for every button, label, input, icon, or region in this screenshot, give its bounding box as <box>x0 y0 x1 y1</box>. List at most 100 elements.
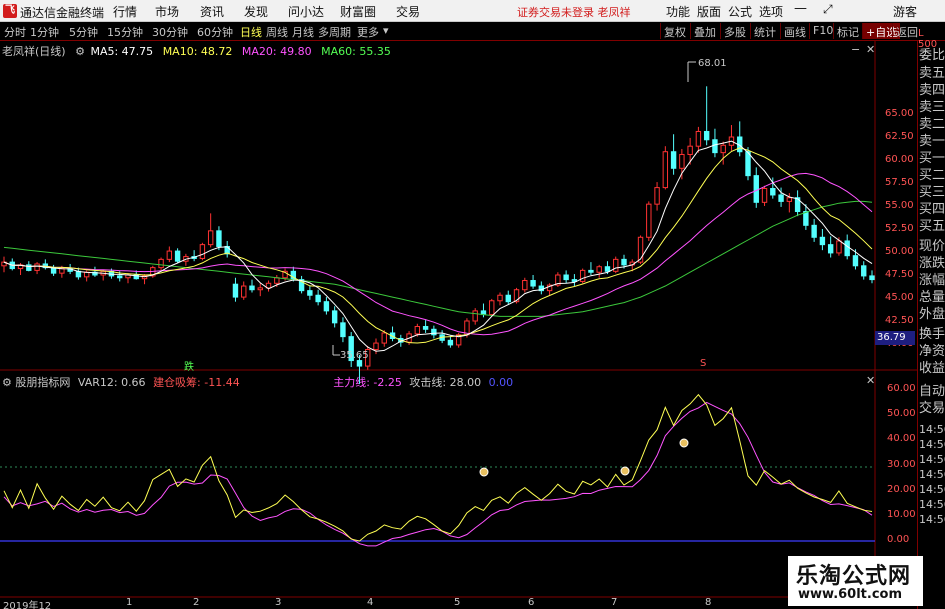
side-label[interactable]: 净资 <box>919 344 945 360</box>
candle-body <box>356 360 363 367</box>
candle-body <box>373 342 379 351</box>
candle-body <box>331 310 338 324</box>
candle-body <box>174 250 181 262</box>
ma-lines <box>3 140 873 352</box>
price-axis-label: 47.50 <box>885 269 914 280</box>
minimize-chart-icon[interactable]: − <box>851 43 860 56</box>
candle-body <box>654 187 660 205</box>
candle-body <box>249 285 255 291</box>
candle-body <box>588 269 594 273</box>
candle-body <box>679 153 685 169</box>
tick-time: 14:56 <box>919 438 945 451</box>
indicator-axis-label: 20.00 <box>887 484 916 495</box>
candle-body <box>613 258 619 272</box>
candle-body <box>770 188 776 196</box>
side-label[interactable]: 涨跌 <box>919 256 945 272</box>
side-label[interactable]: 卖四 <box>919 83 945 99</box>
candle-series <box>1 86 875 385</box>
candle-body <box>761 188 768 203</box>
side-label[interactable]: 换手 <box>919 327 945 343</box>
indicator-axis-label: 0.00 <box>887 534 910 545</box>
candle-body <box>687 145 693 155</box>
candle-body <box>315 294 321 303</box>
coin-marker-icon <box>679 438 689 448</box>
candle-body <box>381 332 387 344</box>
date-axis-label: 2019年12 <box>3 601 52 609</box>
candle-body <box>712 139 718 154</box>
side-label[interactable]: 卖五 <box>919 66 945 82</box>
candle-body <box>216 230 222 247</box>
date-axis-label: 6 <box>528 597 535 608</box>
indicator-axis-label: 50.00 <box>887 408 916 419</box>
sell-signal-mark: S <box>700 358 707 369</box>
watermark-url: www.60lt.com <box>798 587 903 602</box>
candle-body <box>497 294 503 302</box>
candle-body <box>414 326 421 335</box>
price-axis-label: 60.00 <box>885 154 914 165</box>
candle-body <box>827 244 834 254</box>
side-label[interactable]: 买三 <box>919 185 945 201</box>
side-label[interactable]: 买四 <box>919 202 945 218</box>
side-label[interactable]: 总量 <box>919 290 945 306</box>
candle-body <box>811 224 817 238</box>
side-label[interactable]: 现价 <box>919 239 945 255</box>
candle-body <box>621 258 627 266</box>
price-axis-label: 45.00 <box>885 292 914 303</box>
candle-body <box>505 294 511 303</box>
side-label[interactable]: 卖二 <box>919 117 945 133</box>
indicator-axis-label: 60.00 <box>887 383 916 394</box>
candle-body <box>720 144 726 154</box>
candle-body <box>323 301 330 312</box>
side-label[interactable]: 买一 <box>919 151 945 167</box>
side-sub-label[interactable]: 交易 <box>919 401 945 417</box>
tick-time: 14:56 <box>919 468 945 481</box>
candle-body <box>34 263 40 271</box>
candle-body <box>670 151 677 169</box>
side-label[interactable]: 收益 <box>919 361 945 377</box>
quote-side-panel: L 500 委比 卖五 卖四 卖三 卖二 卖一 买一 买二 买三 买四 买五 现… <box>917 28 945 609</box>
candle-body <box>117 275 123 279</box>
side-label[interactable]: 委比 <box>919 48 945 64</box>
candle-body <box>869 275 875 281</box>
candle-body <box>522 280 528 291</box>
price-axis-label: 50.00 <box>885 246 914 257</box>
indicator-axis-label: 10.00 <box>887 509 916 520</box>
side-label[interactable]: 外盘 <box>919 307 945 323</box>
candle-body <box>695 130 702 147</box>
date-axis-label: 2 <box>193 597 200 608</box>
side-label[interactable]: 卖三 <box>919 100 945 116</box>
ma20-line <box>3 172 873 336</box>
price-axis-label: 55.00 <box>885 200 914 211</box>
candle-body <box>59 268 65 274</box>
candle-body <box>26 264 32 271</box>
side-label[interactable]: 卖一 <box>919 134 945 150</box>
side-label[interactable]: 买二 <box>919 168 945 184</box>
date-axis-label: 7 <box>611 597 618 608</box>
ma60-line <box>3 200 873 317</box>
candle-body <box>819 236 826 246</box>
candle-body <box>257 287 263 291</box>
price-axis-label: 42.50 <box>885 315 914 326</box>
price-chart[interactable] <box>0 0 945 609</box>
date-axis-label: 3 <box>275 597 282 608</box>
candle-body <box>241 285 247 298</box>
side-sub-label[interactable]: 自动 <box>919 384 945 400</box>
candle-body <box>753 175 759 203</box>
chart-annotations <box>332 61 696 356</box>
side-label[interactable]: 涨幅 <box>919 273 945 289</box>
candle-body <box>489 300 495 316</box>
side-label[interactable]: 买五 <box>919 219 945 235</box>
candle-body <box>604 266 611 272</box>
candle-body <box>579 269 586 282</box>
candle-body <box>778 194 784 202</box>
candle-body <box>703 130 710 141</box>
tick-time: 14:56 <box>919 513 945 526</box>
candle-body <box>207 230 214 246</box>
indicator-axis-label: 40.00 <box>887 433 916 444</box>
close-chart-icon[interactable]: ✕ <box>866 43 875 56</box>
chart-frame <box>0 41 917 598</box>
candle-body <box>166 250 173 260</box>
side-top-label: L 500 <box>918 28 938 50</box>
close-indicator-icon[interactable]: ✕ <box>866 374 875 387</box>
date-axis-label: 8 <box>705 597 712 608</box>
